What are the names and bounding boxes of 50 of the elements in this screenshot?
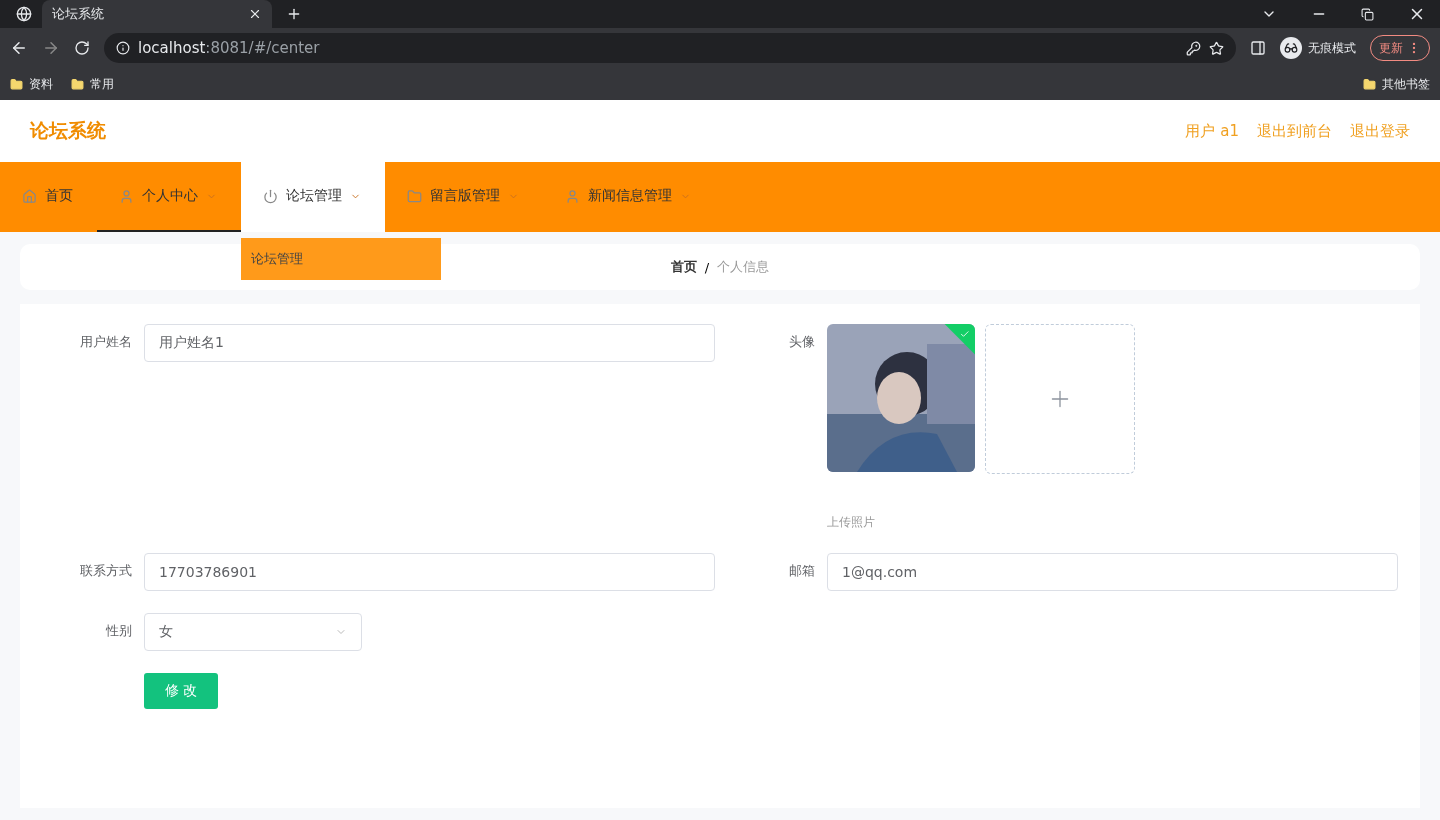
upload-hint: 上传照片 <box>827 514 876 531</box>
nav-item[interactable]: 留言版管理 <box>385 162 543 232</box>
user-icon <box>119 188 134 204</box>
side-panel-icon[interactable] <box>1250 40 1266 56</box>
new-tab-icon[interactable] <box>286 6 302 22</box>
input-field[interactable]: 用户姓名1 <box>144 324 715 362</box>
nav-label: 新闻信息管理 <box>588 187 672 205</box>
field-label: 联系方式 <box>79 562 132 580</box>
incognito-label: 无痕模式 <box>1308 39 1356 57</box>
breadcrumb-item[interactable]: 首页 <box>670 258 697 276</box>
power-icon <box>263 188 278 204</box>
field-label: 邮箱 <box>788 562 815 580</box>
bookmark[interactable]: 其他书签 <box>1382 75 1430 93</box>
field-label: 头像 <box>788 333 815 351</box>
field-label: 性别 <box>105 622 132 640</box>
nav-item[interactable]: 首页 <box>0 162 97 232</box>
nav-item[interactable]: 新闻信息管理 <box>543 162 715 232</box>
restore-icon[interactable] <box>1361 7 1374 21</box>
folder-icon <box>1363 77 1376 91</box>
info-icon <box>116 41 130 55</box>
nav-label: 留言版管理 <box>430 187 500 205</box>
bookmark[interactable]: 资料 <box>29 75 53 93</box>
reload-icon[interactable] <box>74 40 90 56</box>
input-field[interactable]: 1@qq.com <box>827 553 1398 591</box>
close-icon[interactable] <box>248 7 262 21</box>
nav-item[interactable]: 论坛管理 <box>241 162 385 232</box>
bookmark[interactable]: 常用 <box>90 75 114 93</box>
separator: / <box>704 259 710 275</box>
globe-icon[interactable] <box>16 6 32 22</box>
incognito-icon <box>1280 37 1302 59</box>
folder-icon <box>71 77 84 91</box>
nav-label: 首页 <box>45 187 73 205</box>
input-field[interactable]: 17703786901 <box>144 553 715 591</box>
url-text: localhost:8081/#/center <box>138 39 320 57</box>
field-label: 用户姓名 <box>79 333 132 351</box>
forward-icon[interactable] <box>42 39 60 57</box>
nav-label: 论坛管理 <box>286 187 342 205</box>
nav-label: 个人中心 <box>142 187 198 205</box>
user-icon <box>565 188 580 204</box>
star-icon[interactable] <box>1209 40 1224 56</box>
key-icon[interactable] <box>1186 40 1201 56</box>
address-bar[interactable]: localhost:8081/#/center <box>104 33 1236 63</box>
folder-icon <box>407 188 422 204</box>
app-title: 论坛系统 <box>30 118 107 143</box>
browser-tab[interactable]: 论坛系统 <box>42 0 272 28</box>
gender-select[interactable]: 女 <box>144 613 362 651</box>
menu-item[interactable]: 论坛管理 <box>251 250 303 268</box>
back-icon[interactable] <box>10 39 28 57</box>
folder-icon <box>10 77 23 91</box>
home-icon <box>22 188 37 204</box>
